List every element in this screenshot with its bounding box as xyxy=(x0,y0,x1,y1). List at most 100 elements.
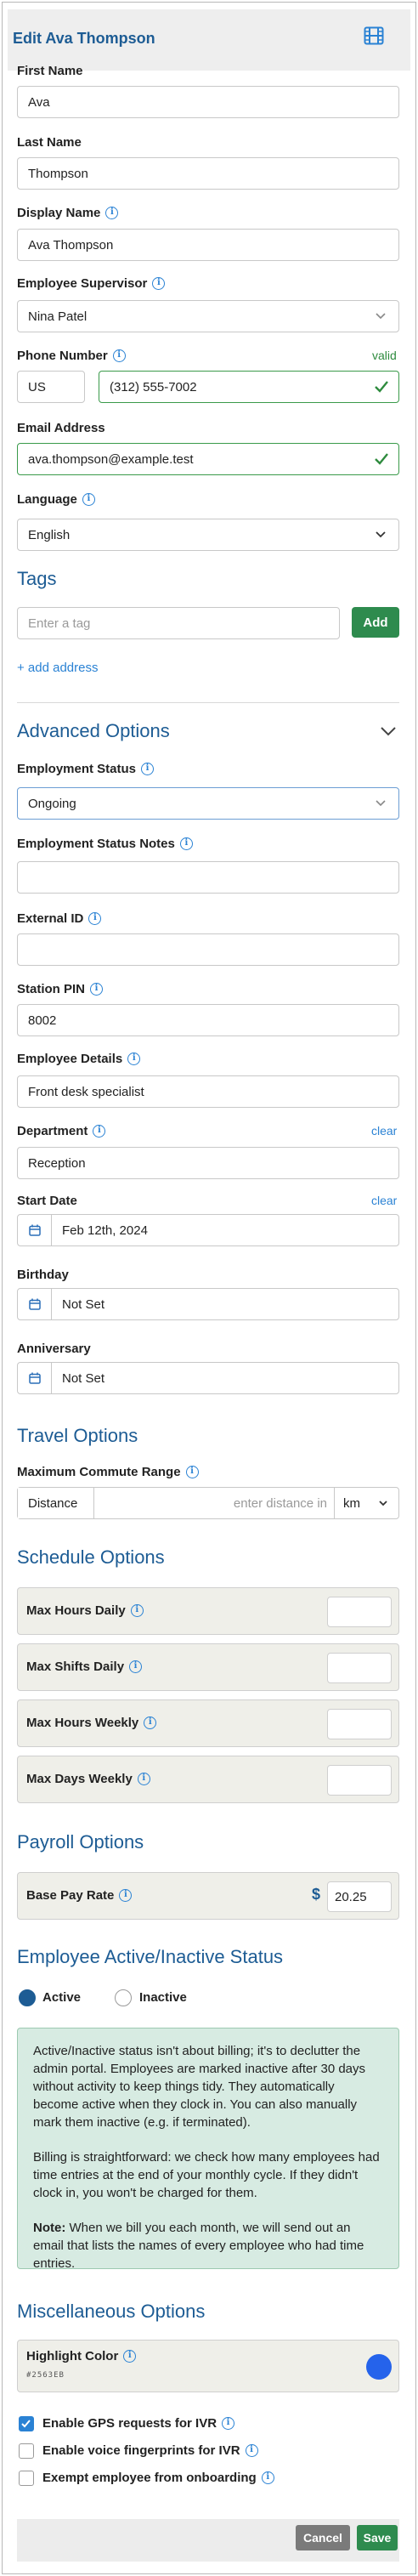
commute-range-label: Maximum Commute Range i xyxy=(17,1465,199,1479)
employment-notes-input[interactable] xyxy=(17,861,399,894)
calendar-icon[interactable] xyxy=(18,1363,52,1393)
info-icon[interactable]: i xyxy=(185,1466,199,1478)
inactive-radio[interactable] xyxy=(115,1989,132,2006)
department-clear-link[interactable]: clear xyxy=(371,1124,397,1138)
voice-fingerprint-checkbox[interactable] xyxy=(19,2443,34,2459)
distance-input[interactable]: enter distance in xyxy=(94,1488,334,1518)
highlight-color-row: Highlight Color i #2563EB xyxy=(17,2340,399,2392)
info-icon[interactable]: i xyxy=(222,2417,235,2430)
check-icon xyxy=(375,381,388,393)
employment-status-select[interactable]: Ongoing xyxy=(17,787,399,820)
film-icon[interactable] xyxy=(364,26,384,45)
info-icon[interactable]: i xyxy=(261,2471,274,2484)
calendar-icon[interactable] xyxy=(18,1215,52,1245)
form-footer: Cancel Save xyxy=(17,2519,399,2562)
info-icon[interactable]: i xyxy=(88,912,102,925)
note-paragraph: Billing is straightforward: we check how… xyxy=(33,2150,380,2200)
info-icon[interactable]: i xyxy=(93,1125,106,1138)
language-select[interactable]: English xyxy=(17,519,399,551)
info-icon[interactable]: i xyxy=(179,837,193,850)
chevron-down-icon xyxy=(376,531,386,538)
anniversary-value: Not Set xyxy=(62,1370,105,1386)
max-hours-daily-input[interactable] xyxy=(327,1597,392,1627)
phone-number-input[interactable]: (312) 555-7002 xyxy=(99,371,399,403)
first-name-label: First Name xyxy=(17,64,83,78)
last-name-label: Last Name xyxy=(17,135,82,150)
display-name-label: Display Name i xyxy=(17,206,119,220)
info-icon[interactable]: i xyxy=(144,1716,157,1729)
distance-unit-select[interactable]: km xyxy=(334,1488,398,1518)
note-paragraph: Active/Inactive status isn't about billi… xyxy=(33,2044,366,2130)
add-address-link[interactable]: + add address xyxy=(17,661,99,675)
color-swatch[interactable] xyxy=(366,2354,392,2380)
phone-country-value: US xyxy=(28,379,46,394)
max-hours-weekly-input[interactable] xyxy=(327,1709,392,1739)
distance-prefix: Distance xyxy=(18,1488,94,1518)
base-pay-rate-label: Base Pay Rate i xyxy=(26,1888,133,1903)
max-hours-daily-label: Max Hours Daily i xyxy=(26,1603,144,1618)
schedule-row: Max Shifts Daily i xyxy=(17,1643,399,1691)
base-pay-rate-input[interactable]: 20.25 xyxy=(327,1881,392,1912)
note-paragraph: Note: When we bill you each month, we wi… xyxy=(33,2221,364,2271)
external-id-input[interactable] xyxy=(17,933,399,966)
info-icon[interactable]: i xyxy=(123,2350,137,2363)
external-id-label: External ID i xyxy=(17,911,102,926)
first-name-value: Ava xyxy=(28,94,50,110)
info-icon[interactable]: i xyxy=(137,1773,150,1785)
schedule-row: Max Hours Weekly i xyxy=(17,1699,399,1747)
info-icon[interactable]: i xyxy=(112,349,126,362)
calendar-icon[interactable] xyxy=(18,1289,52,1319)
supervisor-select[interactable]: Nina Patel xyxy=(17,300,399,332)
add-tag-button[interactable]: Add xyxy=(352,607,399,638)
anniversary-label: Anniversary xyxy=(17,1342,91,1356)
email-input[interactable]: ava.thompson@example.test xyxy=(17,443,399,475)
info-icon[interactable]: i xyxy=(119,1889,133,1902)
max-shifts-daily-input[interactable] xyxy=(327,1653,392,1683)
schedule-row: Max Hours Daily i xyxy=(17,1587,399,1635)
onboarding-exempt-checkbox[interactable] xyxy=(19,2471,34,2486)
info-icon[interactable]: i xyxy=(152,277,166,290)
highlight-color-label: Highlight Color i xyxy=(26,2349,137,2363)
gps-ivr-checkbox[interactable] xyxy=(19,2416,34,2431)
commute-range-input-group: Distance enter distance in km xyxy=(17,1487,399,1519)
info-icon[interactable]: i xyxy=(130,1604,144,1617)
payroll-row: Base Pay Rate i $ 20.25 xyxy=(17,1872,399,1920)
phone-valid-status: valid xyxy=(372,349,397,362)
onboarding-exempt-label: Exempt employee from onboarding i xyxy=(42,2471,274,2485)
info-icon[interactable]: i xyxy=(90,983,104,996)
employee-details-input[interactable]: Front desk specialist xyxy=(17,1075,399,1108)
info-icon[interactable]: i xyxy=(82,493,95,506)
supervisor-value: Nina Patel xyxy=(28,309,88,324)
language-label: Language i xyxy=(17,492,95,507)
status-info-note: Active/Inactive status isn't about billi… xyxy=(17,2028,399,2271)
active-radio[interactable] xyxy=(19,1989,36,2006)
max-days-weekly-input[interactable] xyxy=(327,1765,392,1796)
email-value: ava.thompson@example.test xyxy=(28,451,194,467)
tag-input[interactable]: Enter a tag xyxy=(17,607,340,639)
first-name-input[interactable]: Ava xyxy=(17,86,399,118)
birthday-picker[interactable]: Not Set xyxy=(17,1288,399,1320)
anniversary-picker[interactable]: Not Set xyxy=(17,1362,399,1394)
info-icon[interactable]: i xyxy=(245,2444,258,2457)
info-icon[interactable]: i xyxy=(129,1660,143,1673)
start-date-clear-link[interactable]: clear xyxy=(371,1194,397,1207)
highlight-color-hex: #2563EB xyxy=(26,2371,65,2380)
station-pin-input[interactable]: 8002 xyxy=(17,1004,399,1036)
language-value: English xyxy=(28,527,71,542)
info-icon[interactable]: i xyxy=(105,207,119,219)
info-icon[interactable]: i xyxy=(127,1053,141,1065)
department-input[interactable]: Reception xyxy=(17,1147,399,1179)
info-icon[interactable]: i xyxy=(141,763,155,775)
display-name-input[interactable]: Ava Thompson xyxy=(17,229,399,261)
chevron-down-icon[interactable] xyxy=(380,725,397,737)
max-shifts-daily-label: Max Shifts Daily i xyxy=(26,1660,143,1674)
display-name-value: Ava Thompson xyxy=(28,237,114,252)
phone-number-value: (312) 555-7002 xyxy=(110,379,197,394)
save-button[interactable]: Save xyxy=(357,2525,398,2550)
advanced-options-heading[interactable]: Advanced Options xyxy=(17,720,170,742)
last-name-input[interactable]: Thompson xyxy=(17,157,399,190)
cancel-button[interactable]: Cancel xyxy=(296,2525,350,2550)
phone-country-input[interactable]: US xyxy=(17,371,85,403)
max-days-weekly-label: Max Days Weekly i xyxy=(26,1772,150,1786)
start-date-picker[interactable]: Feb 12th, 2024 xyxy=(17,1214,399,1246)
